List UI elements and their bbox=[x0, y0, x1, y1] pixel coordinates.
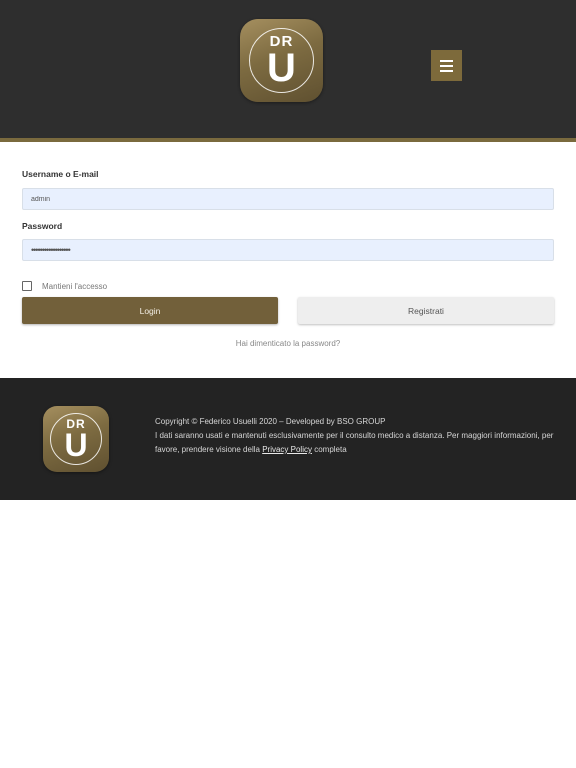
logo-letter: U bbox=[64, 427, 88, 463]
hamburger-menu-icon[interactable] bbox=[431, 50, 462, 81]
forgot-password-link[interactable]: Hai dimenticato la password? bbox=[0, 339, 576, 348]
menu-bar bbox=[440, 60, 453, 62]
header-logo[interactable]: DR U bbox=[240, 19, 323, 102]
privacy-notice-suffix: completa bbox=[311, 445, 347, 454]
footer-text: Copyright © Federico Usuelli 2020 – Deve… bbox=[155, 415, 560, 457]
privacy-notice: I dati saranno usati e mantenuti esclusi… bbox=[155, 429, 560, 457]
remember-label: Mantieni l'accesso bbox=[42, 281, 108, 291]
privacy-policy-link[interactable]: Privacy Policy bbox=[262, 445, 312, 454]
username-label: Username o E-mail bbox=[22, 169, 99, 179]
copyright-text: Copyright © Federico Usuelli 2020 – Deve… bbox=[155, 417, 386, 426]
remember-checkbox[interactable] bbox=[22, 281, 32, 291]
privacy-notice-text: I dati saranno usati e mantenuti esclusi… bbox=[155, 431, 554, 454]
header-divider bbox=[0, 138, 576, 142]
password-input[interactable] bbox=[22, 239, 554, 261]
menu-bar bbox=[440, 70, 453, 72]
footer-logo[interactable]: DR U bbox=[43, 406, 109, 472]
remember-me[interactable]: Mantieni l'accesso bbox=[22, 280, 107, 292]
menu-bar bbox=[440, 65, 453, 67]
logo-letter: U bbox=[267, 46, 296, 90]
register-button[interactable]: Registrati bbox=[298, 297, 554, 324]
username-input[interactable] bbox=[22, 188, 554, 210]
password-label: Password bbox=[22, 221, 63, 231]
login-button[interactable]: Login bbox=[22, 297, 278, 324]
